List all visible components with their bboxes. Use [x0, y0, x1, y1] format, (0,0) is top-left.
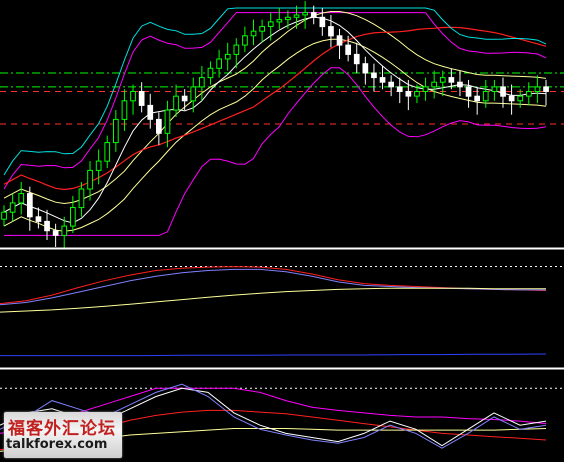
candle-body [173, 95, 179, 111]
candle-body [396, 86, 403, 93]
candle-body [422, 86, 429, 93]
candle-body [414, 91, 420, 97]
candle-body [147, 104, 154, 120]
candle-body [52, 230, 59, 236]
candle-body [500, 86, 506, 97]
candle-body [302, 12, 308, 16]
candle-body [233, 44, 240, 55]
candle-body [285, 16, 291, 21]
candle-body [1, 211, 7, 220]
candle-body [207, 67, 214, 79]
candle-body [87, 169, 93, 190]
candle-body [18, 193, 25, 204]
candle-body [224, 53, 231, 60]
candle-body [353, 53, 360, 65]
candle-body [276, 19, 283, 23]
candle-body [517, 95, 524, 102]
candle-body [474, 95, 480, 102]
candle-body [310, 12, 317, 18]
candle-body [61, 225, 68, 236]
candle-body [113, 118, 119, 144]
candle-body [457, 81, 463, 88]
candle-body [371, 72, 377, 79]
candle-body [121, 100, 128, 120]
candle-body [259, 26, 265, 32]
watermark-logo: 福客外汇论坛 talkforex.com [4, 412, 122, 458]
candle-body [328, 26, 334, 37]
chart-background [0, 0, 564, 462]
candle-body [35, 216, 42, 222]
candle-body [156, 118, 162, 134]
candle-body [448, 77, 455, 83]
candle-body [293, 14, 300, 18]
candle-body [216, 58, 223, 69]
candle-body [388, 81, 394, 88]
candle-body [526, 91, 532, 97]
watermark-chinese-text: 福客外汇论坛 [8, 419, 116, 439]
candle-body [27, 193, 33, 218]
candle-body [508, 95, 515, 102]
candle-body [482, 91, 489, 102]
candle-body [250, 30, 257, 37]
candle-body [379, 77, 386, 83]
candle-body [319, 16, 326, 28]
candle-body [534, 86, 541, 93]
candle-body [95, 160, 102, 171]
candle-body [336, 35, 343, 46]
candle-body [242, 35, 248, 46]
watermark-site-text: talkforex.com [6, 437, 108, 452]
candle-body [70, 207, 76, 227]
candle-body [78, 188, 85, 209]
candle-body [44, 220, 50, 232]
candle-body [130, 91, 136, 102]
candle-body [439, 77, 446, 83]
candle-body [267, 21, 274, 27]
candle-body [491, 86, 498, 93]
candle-body [543, 86, 549, 93]
candle-body [362, 63, 369, 74]
candle-body [164, 109, 171, 134]
candle-body [405, 91, 412, 97]
candle-body [431, 81, 437, 88]
candle-body [345, 44, 351, 55]
forex-chart [0, 0, 564, 462]
candle-body [104, 142, 111, 162]
candle-body [465, 86, 472, 97]
candle-body [190, 86, 197, 102]
candle-body [138, 91, 145, 106]
candle-body [181, 95, 188, 102]
candle-body [199, 77, 205, 88]
candle-body [9, 202, 16, 213]
